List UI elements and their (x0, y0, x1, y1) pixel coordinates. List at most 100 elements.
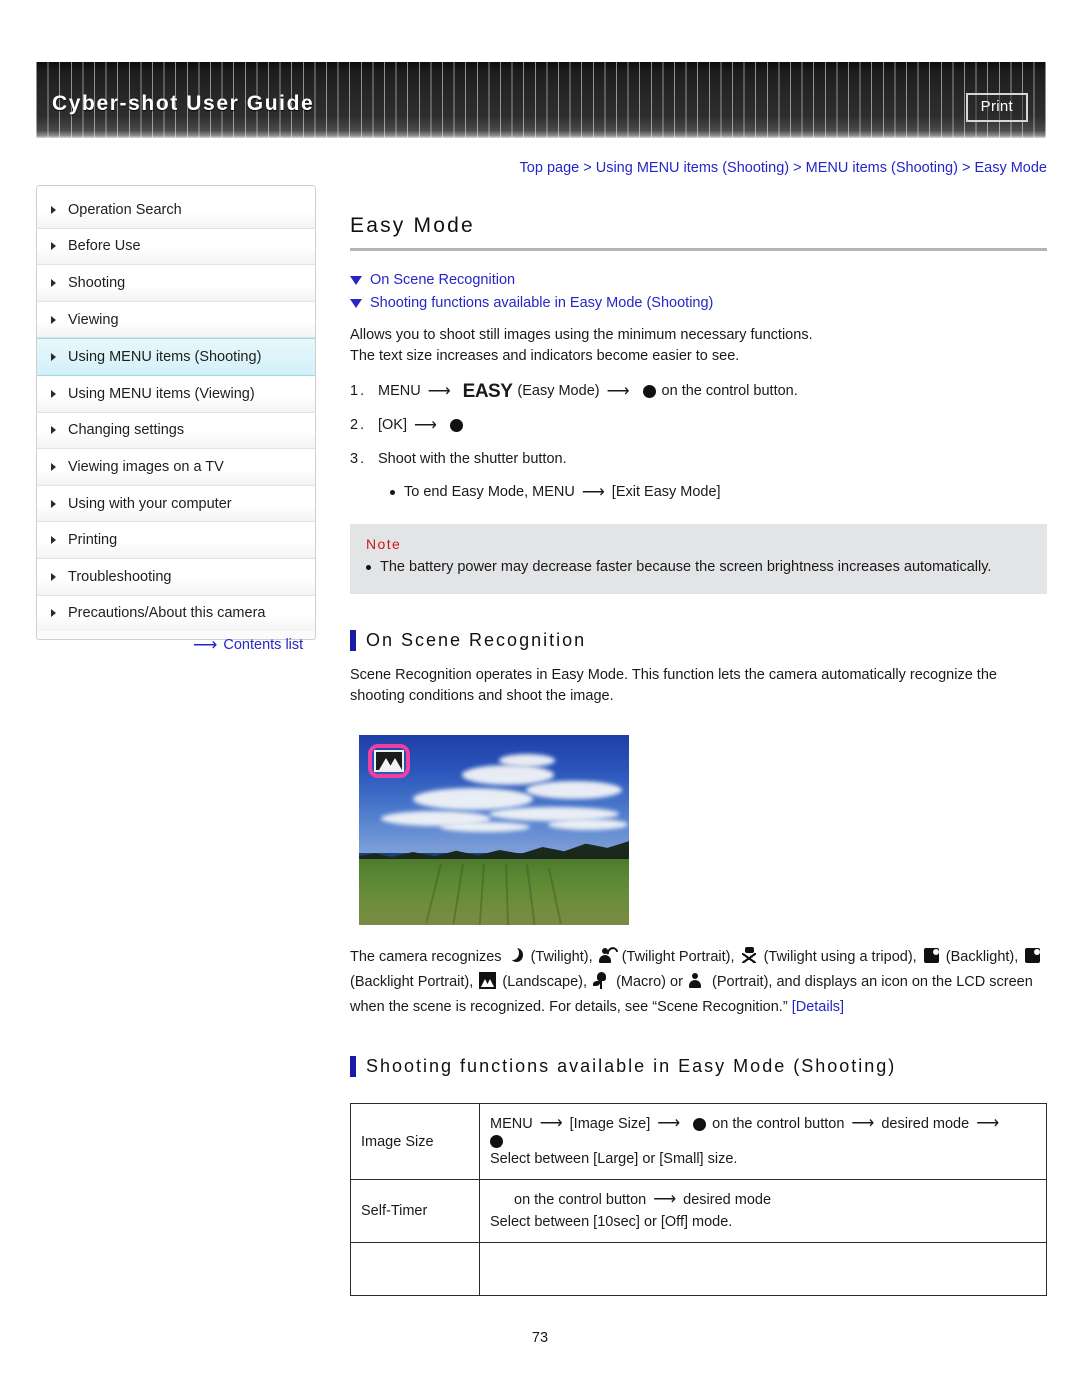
right-arrow-icon: ⟶ (414, 417, 437, 434)
right-arrow-icon: ⟶ (193, 635, 218, 654)
sidebar-item-changing-settings[interactable]: Changing settings (37, 412, 315, 450)
control-button-dot-icon (449, 419, 463, 432)
bullet-arrow-icon (51, 389, 56, 398)
sidebar-item-viewing-images-on-a-tv[interactable]: Viewing images on a TV (37, 449, 315, 486)
table-line (490, 1135, 1036, 1148)
landscape-scene-icon (374, 750, 404, 772)
bullet-arrow-icon (51, 426, 56, 435)
shooting-functions-table: Image Size MENU ⟶ [Image Size] ⟶ on the … (350, 1103, 1047, 1296)
bullet-dot-icon (390, 489, 395, 495)
sidebar-item-label: Viewing images on a TV (68, 458, 224, 475)
bullet-arrow-icon (51, 536, 56, 545)
right-arrow-icon: ⟶ (539, 1115, 563, 1132)
step-2: 2. [OK] ⟶ (350, 414, 1047, 437)
contents-list-label: Contents list (223, 636, 304, 653)
steps-list: 1. MENU ⟶ EASY (Easy Mode) ⟶ on the cont… (350, 380, 1047, 502)
portrait-icon (688, 972, 706, 989)
step-3-substep: To end Easy Mode, MENU ⟶ [Exit Easy Mode… (390, 482, 1047, 502)
bullet-arrow-icon (51, 242, 56, 251)
sidebar-item-label: Changing settings (68, 422, 185, 439)
twilight-tripod-icon (741, 947, 758, 964)
twilight-label: (Twilight), (530, 949, 593, 965)
photo-field (359, 858, 629, 925)
contents-list-link[interactable]: ⟶ Contents list (193, 636, 303, 653)
note-item: The battery power may decrease faster be… (366, 557, 1031, 578)
bullet-dot-icon (366, 565, 371, 570)
anchor-label: On Scene Recognition (370, 272, 516, 288)
step-2-ok: [OK] (378, 417, 408, 433)
bullet-arrow-icon (51, 462, 56, 471)
bullet-arrow-icon (51, 353, 56, 362)
substep-tail: [Exit Easy Mode] (611, 484, 721, 500)
sidebar-item-troubleshooting[interactable]: Troubleshooting (37, 558, 315, 596)
sidebar-item-using-menu-items-viewing[interactable]: Using MENU items (Viewing) (37, 375, 315, 413)
right-arrow-icon: ⟶ (581, 484, 605, 501)
section-heading-label: On Scene Recognition (366, 630, 587, 650)
sidebar-item-label: Troubleshooting (68, 568, 172, 585)
leaf-shape (593, 981, 601, 986)
cell-select-between: Select between [Large] or [Small] size. (490, 1151, 738, 1167)
mini-moon-icon (604, 944, 621, 962)
sidebar-item-label: Printing (68, 532, 118, 549)
note-box: Note The battery power may decrease fast… (350, 524, 1047, 594)
sidebar-item-operation-search[interactable]: Operation Search (37, 192, 315, 229)
section-heading-label: Shooting functions available in Easy Mod… (366, 1056, 897, 1076)
paragraph-lead: The camera recognizes (350, 949, 502, 965)
bullet-arrow-icon (51, 572, 56, 581)
sidebar-item-before-use[interactable]: Before Use (37, 228, 315, 266)
sidebar-item-shooting[interactable]: Shooting (37, 265, 315, 302)
note-text: The battery power may decrease faster be… (380, 559, 992, 575)
anchor-link-shooting-functions[interactable]: Shooting functions available in Easy Mod… (350, 295, 1047, 311)
sidebar-item-using-menu-items-shooting[interactable]: Using MENU items (Shooting) (37, 338, 315, 376)
page-number: 73 (531, 1330, 549, 1346)
control-button-dot-icon (642, 385, 656, 398)
right-arrow-icon: ⟶ (653, 1191, 677, 1208)
step-number: 3. (350, 451, 367, 467)
table-row-partial (350, 1242, 1047, 1296)
breadcrumb[interactable]: Top page > Using MENU items (Shooting) >… (350, 160, 1047, 176)
mountain-shape (388, 758, 402, 770)
section-heading-on-scene-recognition: On Scene Recognition (350, 630, 1047, 651)
backlight-label: (Backlight), (945, 949, 1019, 965)
scene-recognition-body: Scene Recognition operates in Easy Mode.… (350, 667, 997, 704)
substep-prefix: To end Easy Mode, MENU (404, 484, 575, 500)
anchor-link-on-scene-recognition[interactable]: On Scene Recognition (350, 272, 1047, 288)
sidebar-item-label: Shooting (68, 274, 126, 291)
scene-recognition-icons-paragraph: The camera recognizes (Twilight), (Twili… (350, 944, 1047, 1020)
backlight-icon (923, 947, 940, 964)
cell-control-button: on the control button (514, 1192, 647, 1208)
step-number: 1. (350, 383, 367, 399)
sidebar-item-label: Using MENU items (Viewing) (68, 385, 255, 402)
backlight-portrait-label: (Backlight Portrait), (350, 974, 474, 990)
sidebar-item-label: Before Use (68, 238, 141, 255)
triangle-down-icon (350, 298, 362, 308)
sidebar-item-label: Operation Search (68, 201, 182, 218)
right-arrow-icon: ⟶ (657, 1115, 681, 1132)
cell-select-between: Select between [10sec] or [Off] mode. (490, 1214, 733, 1230)
row-label-image-size: Image Size (350, 1103, 480, 1180)
sidebar-item-using-with-your-computer[interactable]: Using with your computer (37, 485, 315, 523)
intro-paragraph: Allows you to shoot still images using t… (350, 325, 1047, 367)
cell-menu: MENU (490, 1116, 533, 1132)
row-content-empty (479, 1242, 1047, 1296)
sidebar-item-printing[interactable]: Printing (37, 522, 315, 559)
sidebar-item-viewing[interactable]: Viewing (37, 301, 315, 339)
twilight-tripod-label: (Twilight using a tripod), (763, 949, 917, 965)
section-marker-bar (350, 630, 356, 651)
triangle-down-icon (350, 275, 362, 285)
section-heading-shooting-functions: Shooting functions available in Easy Mod… (350, 1056, 1047, 1077)
details-link[interactable]: [Details] (792, 999, 844, 1015)
mountain-shape (486, 979, 495, 987)
bullet-arrow-icon (51, 205, 56, 214)
backlight-portrait-icon (1024, 947, 1041, 964)
landscape-label: (Landscape), (502, 974, 587, 990)
sidebar-item-precautions-about-this-camera[interactable]: Precautions/About this camera (37, 595, 315, 632)
print-button[interactable]: Print (965, 93, 1028, 122)
sidebar-item-label: Using with your computer (68, 495, 232, 512)
bullet-arrow-icon (51, 609, 56, 618)
control-button-dot-icon (693, 1117, 707, 1131)
table-row: Self-Timer on the control button ⟶ desir… (350, 1179, 1047, 1243)
macro-label: (Macro) or (616, 974, 683, 990)
section-marker-bar (350, 1056, 356, 1077)
macro-icon (593, 972, 610, 989)
